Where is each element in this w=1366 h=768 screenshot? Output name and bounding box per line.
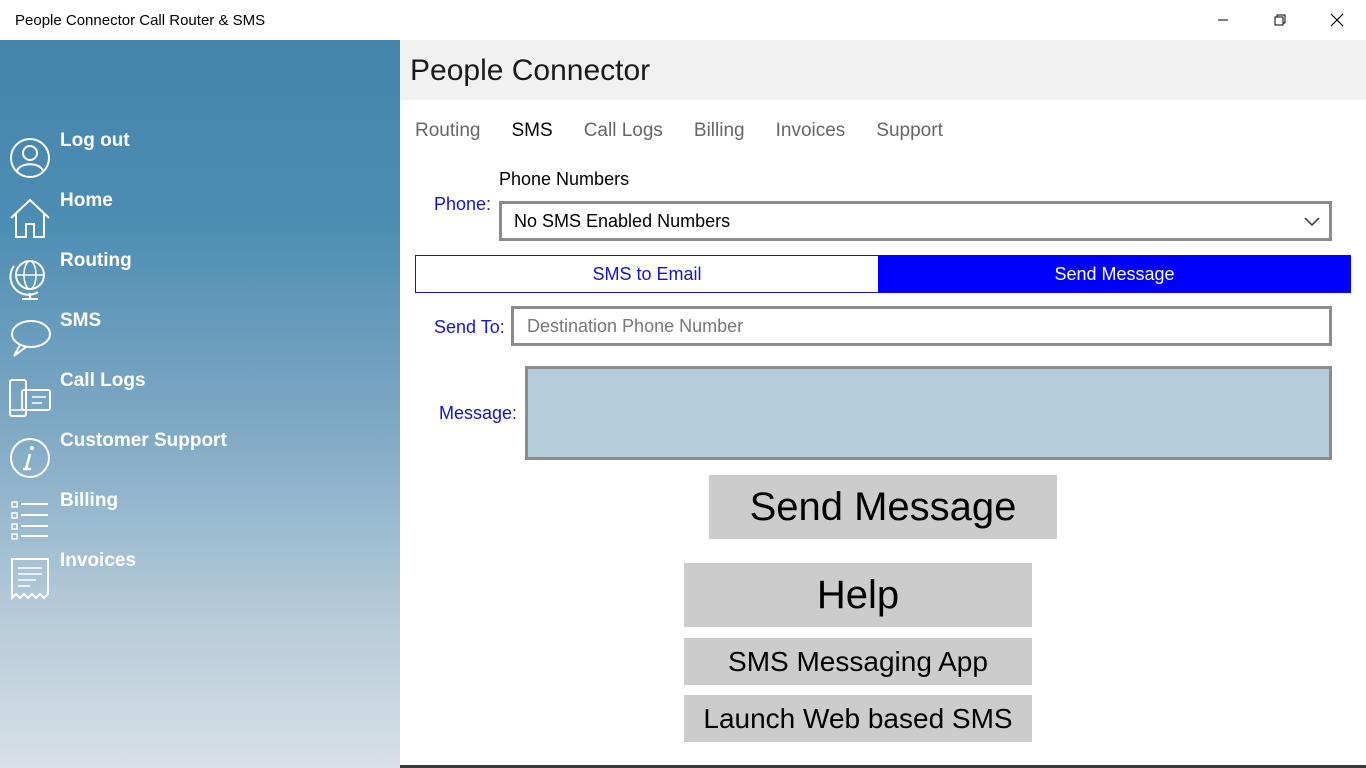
list-icon xyxy=(8,496,52,540)
home-icon xyxy=(8,196,52,240)
sidebar-item-label: SMS xyxy=(60,310,102,331)
user-icon xyxy=(8,136,52,180)
restore-button[interactable] xyxy=(1251,0,1308,40)
minimize-icon xyxy=(1217,19,1228,21)
sidebar-item-label: Log out xyxy=(60,130,130,151)
sidebar-item-label: Invoices xyxy=(60,550,137,571)
chat-bubble-icon xyxy=(8,316,52,360)
send-to-label: Send To: xyxy=(434,317,505,337)
tab-bar: Routing SMS Call Logs Billing Invoices S… xyxy=(415,120,974,142)
tab-call-logs[interactable]: Call Logs xyxy=(584,120,663,142)
sidebar-item-call-logs[interactable]: Call Logs xyxy=(0,360,400,420)
phone-number-dropdown[interactable]: No SMS Enabled Numbers xyxy=(499,201,1332,241)
phone-numbers-caption: Phone Numbers xyxy=(499,169,630,189)
sidebar-item-invoices[interactable]: Invoices xyxy=(0,540,400,600)
tab-sms[interactable]: SMS xyxy=(512,120,553,142)
close-button[interactable] xyxy=(1308,0,1365,40)
main-content: People Connector Routing SMS Call Logs B… xyxy=(400,40,1366,768)
tab-billing[interactable]: Billing xyxy=(694,120,745,142)
tab-routing[interactable]: Routing xyxy=(415,120,481,142)
minimize-button[interactable] xyxy=(1194,0,1251,40)
page-title: People Connector xyxy=(410,54,651,87)
message-label: Message: xyxy=(439,403,518,423)
tab-invoices[interactable]: Invoices xyxy=(776,120,846,142)
restore-icon xyxy=(1274,14,1285,26)
sidebar-item-routing[interactable]: Routing xyxy=(0,240,400,300)
sidebar-item-billing[interactable]: Billing xyxy=(0,480,400,540)
globe-icon xyxy=(8,256,52,300)
header: People Connector xyxy=(400,40,1366,100)
send-message-mode-button[interactable]: Send Message xyxy=(878,255,1351,293)
chevron-down-icon xyxy=(1304,217,1320,227)
destination-phone-input[interactable] xyxy=(511,306,1332,346)
sidebar-item-label: Call Logs xyxy=(60,370,146,391)
phone-select-value: No SMS Enabled Numbers xyxy=(514,211,731,231)
sms-to-email-button[interactable]: SMS to Email xyxy=(415,255,878,293)
tab-support[interactable]: Support xyxy=(876,120,943,142)
sidebar-item-sms[interactable]: SMS xyxy=(0,300,400,360)
app-title: People Connector Call Router & SMS xyxy=(15,12,266,29)
receipt-icon xyxy=(8,556,52,600)
sms-mode-toggle: SMS to Email Send Message xyxy=(415,255,1351,293)
send-message-button[interactable]: Send Message xyxy=(709,475,1057,539)
title-bar: People Connector Call Router & SMS xyxy=(0,0,1366,40)
sidebar-item-home[interactable]: Home xyxy=(0,180,400,240)
sidebar-item-label: Billing xyxy=(60,490,119,511)
sidebar-item-customer-support[interactable]: Customer Support xyxy=(0,420,400,480)
sidebar-item-label: Home xyxy=(60,190,113,211)
help-button[interactable]: Help xyxy=(684,563,1032,627)
sms-messaging-app-button[interactable]: SMS Messaging App xyxy=(684,638,1032,685)
phone-card-icon xyxy=(8,376,52,420)
phone-label: Phone: xyxy=(434,194,492,214)
sidebar: Log out Home Routing SMS Call Logs Custo… xyxy=(0,40,400,768)
sidebar-item-label: Customer Support xyxy=(60,430,227,451)
sidebar-item-log-out[interactable]: Log out xyxy=(0,120,400,180)
message-textarea[interactable] xyxy=(525,366,1332,460)
close-icon xyxy=(1330,13,1343,27)
info-icon xyxy=(8,436,52,480)
sidebar-item-label: Routing xyxy=(60,250,132,271)
launch-web-sms-button[interactable]: Launch Web based SMS xyxy=(684,695,1032,742)
